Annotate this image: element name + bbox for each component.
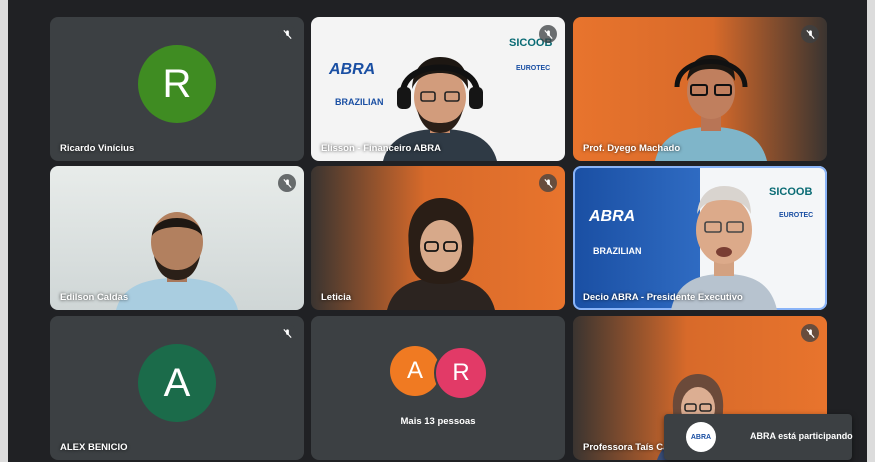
mic-muted-icon (539, 174, 557, 192)
avatar: R (138, 45, 216, 123)
mic-muted-icon (278, 25, 296, 43)
participant-tile[interactable]: Prof. Dyego Machado (573, 17, 827, 161)
participant-name: ALEX BENICIO (60, 442, 128, 453)
avatar: A (390, 346, 440, 396)
notification-text: ABRA está participando (750, 431, 853, 441)
sponsor-logo: EUROTEC (779, 212, 814, 219)
more-participants-label: Mais 13 pessoas (400, 416, 476, 427)
brand-logo: ABRA (589, 208, 636, 225)
participant-tile[interactable]: Edilson Caldas (50, 166, 304, 310)
participant-tile-active-speaker[interactable]: ABRA BRAZILIAN SICOOB EUROTEC Decio ABRA… (573, 166, 827, 310)
participant-name: Edilson Caldas (60, 292, 129, 303)
mic-muted-icon (278, 324, 296, 342)
participant-video (671, 186, 777, 310)
participant-name: Elisson - Financeiro ABRA (321, 143, 441, 154)
brand-logo-secondary: BRAZILIAN (593, 246, 642, 256)
abra-logo: ABRA (686, 422, 716, 452)
participant-tile[interactable]: Leticia (311, 166, 565, 310)
mic-muted-icon (801, 25, 819, 43)
participant-tile[interactable]: R Ricardo Vinícius (50, 17, 304, 161)
participant-video (116, 212, 238, 310)
mic-muted-icon (801, 324, 819, 342)
participant-tile[interactable]: ABRA BRAZILIAN SICOOB EUROTEC Elisson - … (311, 17, 565, 161)
mic-muted-icon (278, 174, 296, 192)
avatar: A (138, 344, 216, 422)
participant-tile[interactable]: A ALEX BENICIO (50, 316, 304, 460)
more-participants-tile[interactable]: A R Mais 13 pessoas (311, 316, 565, 460)
avatar-stack: A R (390, 346, 488, 400)
participant-video (387, 198, 495, 310)
mic-muted-icon (539, 25, 557, 43)
participant-name: Decio ABRA - Presidente Executivo (583, 292, 743, 303)
participant-name: Leticia (321, 292, 352, 303)
participant-name: Prof. Dyego Machado (583, 143, 681, 154)
meeting-grid: R Ricardo Vinícius ABRA BRAZILIAN SICOOB… (0, 0, 875, 462)
window-edge-right (867, 0, 875, 462)
sponsor-logo: EUROTEC (516, 65, 551, 72)
brand-logo: ABRA (329, 61, 376, 78)
avatar: R (434, 346, 488, 400)
join-notification[interactable]: ABRA ABRA está participando (664, 414, 853, 460)
window-edge-left (0, 0, 8, 462)
participant-name: Ricardo Vinícius (60, 143, 135, 154)
